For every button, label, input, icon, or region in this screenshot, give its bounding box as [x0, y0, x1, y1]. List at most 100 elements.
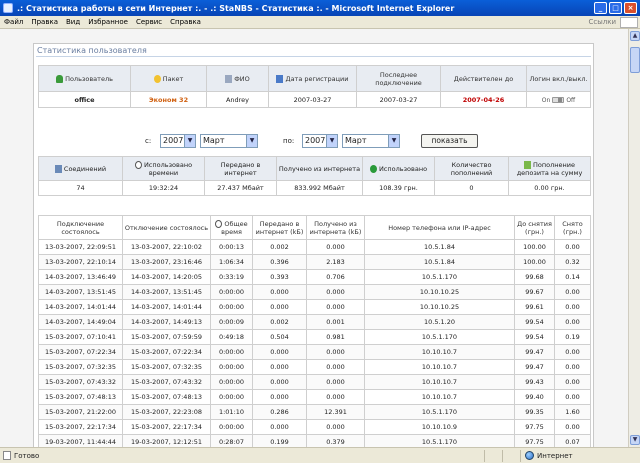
clock-icon [215, 219, 223, 228]
scroll-down-icon[interactable]: ▼ [630, 435, 640, 445]
cell-before-charge: 97.75 [514, 434, 555, 447]
maximize-button[interactable]: □ [609, 2, 622, 14]
header-fullname: ФИО [206, 65, 269, 92]
cell-connected-at: 15-03-2007, 21:22:00 [38, 404, 123, 420]
cell-total-time: 0:28:07 [210, 434, 253, 447]
cell-charged: 0.32 [554, 254, 591, 270]
cell-sent-kb: 0.393 [252, 269, 307, 285]
cell-disconnected-at: 14-03-2007, 14:20:05 [122, 269, 211, 285]
chevron-down-icon: ▼ [246, 135, 257, 147]
cell-charged: 1.60 [554, 404, 591, 420]
cell-connected-at: 14-03-2007, 14:49:04 [38, 314, 123, 330]
menu-tools[interactable]: Сервис [132, 18, 166, 26]
cell-phone-ip: 10.10.10.9 [364, 419, 515, 435]
cell-disconnected-at: 15-03-2007, 22:23:08 [122, 404, 211, 420]
cell-charged: 0.07 [554, 434, 591, 447]
cell-disconnected-at: 15-03-2007, 07:59:59 [122, 329, 211, 345]
header-used-money: Использовано [362, 156, 435, 181]
cell-total-time: 0:00:09 [210, 314, 253, 330]
cell-received-kb: 0.000 [306, 389, 365, 405]
cell-disconnected-at: 14-03-2007, 13:51:45 [122, 284, 211, 300]
cell-sent-kb: 0.199 [252, 434, 307, 447]
header-total-time: Общее время [210, 215, 253, 240]
cell-disconnected-at: 14-03-2007, 14:49:13 [122, 314, 211, 330]
cell-disconnected-at: 14-03-2007, 14:01:44 [122, 299, 211, 315]
date-filter-bar: с: 2007 ▼ Март ▼ по: 2007 ▼ Март ▼ показать [34, 133, 595, 149]
status-left: Готово [0, 451, 484, 460]
toggle-off-label: Off [566, 96, 576, 104]
to-month-select[interactable]: Март ▼ [342, 134, 400, 148]
header-time-used: Использовано времени [122, 156, 205, 181]
summary-received: 833.992 Мбайт [276, 180, 363, 196]
menu-file[interactable]: Файл [0, 18, 27, 26]
cell-received-kb: 0.000 [306, 284, 365, 300]
cell-disconnected-at: 15-03-2007, 07:48:13 [122, 389, 211, 405]
cell-phone-ip: 10.10.10.7 [364, 344, 515, 360]
table-row: 13-03-2007, 22:10:14 13-03-2007, 23:16:46… [38, 254, 591, 270]
cell-sent-kb: 0.000 [252, 389, 307, 405]
chevron-down-icon: ▼ [388, 135, 399, 147]
header-last-connection: Последнее подключение [356, 65, 441, 92]
chevron-down-icon: ▼ [326, 135, 337, 147]
table-row: 15-03-2007, 21:22:00 15-03-2007, 22:23:08… [38, 404, 591, 420]
summary-topups-count: 0 [434, 180, 509, 196]
user-valid-until: 2007-04-26 [440, 91, 527, 108]
header-before-charge: До снятия (грн.) [514, 215, 555, 240]
cell-charged: 0.00 [554, 284, 591, 300]
cell-before-charge: 99.54 [514, 314, 555, 330]
cell-sent-kb: 0.002 [252, 239, 307, 255]
cell-received-kb: 0.001 [306, 314, 365, 330]
header-charged: Снято (грн.) [554, 215, 591, 240]
chevron-down-icon: ▼ [184, 135, 195, 147]
scroll-up-icon[interactable]: ▲ [630, 31, 640, 41]
cell-disconnected-at: 13-03-2007, 23:16:46 [122, 254, 211, 270]
cell-sent-kb: 0.000 [252, 419, 307, 435]
menu-favorites[interactable]: Избранное [84, 18, 132, 26]
links-label[interactable]: Ссылки [588, 18, 616, 26]
cell-disconnected-at: 15-03-2007, 07:43:32 [122, 374, 211, 390]
cell-connected-at: 14-03-2007, 13:46:49 [38, 269, 123, 285]
menu-help[interactable]: Справка [166, 18, 205, 26]
header-user: Пользователь [38, 65, 131, 92]
cell-disconnected-at: 13-03-2007, 22:10:02 [122, 239, 211, 255]
menu-view[interactable]: Вид [62, 18, 84, 26]
menu-edit[interactable]: Правка [27, 18, 62, 26]
from-month-select[interactable]: Март ▼ [200, 134, 258, 148]
show-button[interactable]: показать [421, 134, 478, 148]
window-title: .: Статистика работы в сети Интернет :. … [17, 3, 455, 13]
cell-total-time: 0:49:18 [210, 329, 253, 345]
close-button[interactable]: × [624, 2, 637, 14]
cell-phone-ip: 10.10.10.7 [364, 389, 515, 405]
cell-sent-kb: 0.000 [252, 299, 307, 315]
cell-received-kb: 2.183 [306, 254, 365, 270]
panel-title: Статистика пользователя [37, 46, 147, 55]
cell-phone-ip: 10.5.1.170 [364, 434, 515, 447]
cell-total-time: 0:00:00 [210, 374, 253, 390]
to-year-select[interactable]: 2007 ▼ [302, 134, 338, 148]
summary-deposit-amount: 0.00 грн. [508, 180, 591, 196]
table-row: 14-03-2007, 13:51:45 14-03-2007, 13:51:45… [38, 284, 591, 300]
header-valid-until: Действителен до [440, 65, 527, 92]
summary-sent: 27.437 Мбайт [204, 180, 277, 196]
cell-phone-ip: 10.10.10.25 [364, 284, 515, 300]
cell-charged: 0.00 [554, 374, 591, 390]
toggle-switch-icon[interactable] [552, 97, 565, 103]
id-card-icon [225, 74, 233, 83]
cell-connected-at: 13-03-2007, 22:09:51 [38, 239, 123, 255]
cell-connected-at: 14-03-2007, 14:01:44 [38, 299, 123, 315]
minimize-button[interactable]: _ [594, 2, 607, 14]
header-sent: Передано в интернет [204, 156, 277, 181]
scrollbar-thumb[interactable] [630, 47, 640, 73]
cell-received-kb: 0.000 [306, 299, 365, 315]
from-year-select[interactable]: 2007 ▼ [160, 134, 196, 148]
cell-phone-ip: 10.10.10.7 [364, 359, 515, 375]
cell-connected-at: 15-03-2007, 07:10:41 [38, 329, 123, 345]
cell-received-kb: 0.000 [306, 419, 365, 435]
table-row: 15-03-2007, 07:48:13 15-03-2007, 07:48:13… [38, 389, 591, 405]
cell-total-time: 0:00:00 [210, 389, 253, 405]
vertical-scrollbar[interactable]: ▲ ▼ [628, 29, 640, 447]
header-received-kb: Получено из интернета (kБ) [306, 215, 365, 240]
users-icon [276, 74, 284, 83]
cell-before-charge: 99.68 [514, 269, 555, 285]
login-toggle[interactable]: On Off [542, 97, 575, 104]
